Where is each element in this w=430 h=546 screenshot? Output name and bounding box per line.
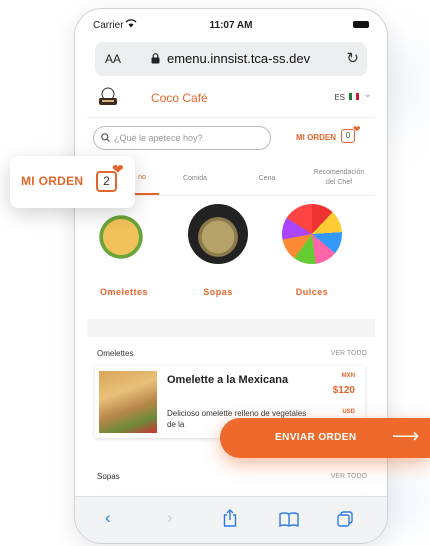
my-order-floating-badge[interactable]: MI ORDEN 2 ❤ (10, 156, 135, 208)
dulces-image (282, 204, 342, 264)
section-title-omelettes: Omelettes (97, 349, 134, 358)
sopas-image (188, 204, 248, 264)
section-title-sopas: Sopas (97, 472, 120, 481)
product-image (99, 371, 157, 433)
category-omelettes[interactable]: Omelettes (91, 204, 157, 297)
my-order-label: MI ORDEN (21, 174, 84, 188)
reload-icon[interactable]: ↻ (346, 49, 359, 67)
category-sopas[interactable]: Sopas (185, 204, 251, 297)
mexico-flag-icon (349, 93, 359, 100)
cafe-name: Coco Café (151, 91, 208, 105)
status-bar: Carrier 11:07 AM (75, 9, 387, 35)
share-icon[interactable] (223, 509, 237, 527)
category-label: Dulces (295, 287, 329, 297)
lock-icon (151, 53, 160, 64)
section-divider (87, 319, 375, 337)
heart-icon: ❤ (353, 124, 361, 134)
send-order-label: ENVIAR ORDEN (275, 432, 357, 443)
coco-cafe-logo (99, 87, 117, 105)
send-order-button[interactable]: ENVIAR ORDEN ⟶ (220, 418, 430, 458)
text-size-button[interactable]: AA (105, 52, 121, 66)
search-placeholder: ¿Qué le apetece hoy? (114, 133, 203, 143)
tab-label: Cena (258, 174, 276, 182)
product-currency: MXN (341, 373, 355, 379)
tab-label: Comida (182, 174, 208, 182)
phone-frame: Carrier 11:07 AM AA emenu.innsist.tca-ss… (74, 8, 388, 544)
back-icon[interactable]: ‹ (105, 508, 111, 528)
search-input[interactable]: ¿Qué le apetece hoy? (93, 126, 271, 150)
browser-toolbar: ‹ › (75, 496, 387, 543)
search-icon (101, 133, 110, 142)
tab-comida[interactable]: Comida (159, 161, 231, 195)
my-order-button[interactable]: MI ORDEN (296, 133, 336, 142)
view-all-sopas-link[interactable]: VER TODO (331, 473, 367, 480)
product-currency-alt: USD (342, 409, 355, 415)
view-all-omelettes-link[interactable]: VER TODO (331, 350, 367, 357)
status-time: 11:07 AM (209, 20, 253, 31)
tab-label: Recomendación del Chef (313, 169, 365, 186)
forward-icon[interactable]: › (167, 508, 173, 528)
address-bar[interactable]: AA emenu.innsist.tca-ss.dev ↻ (95, 42, 367, 76)
tab-recomendacion[interactable]: Recomendación del Chef (303, 161, 375, 195)
heart-icon: ❤ (112, 161, 124, 177)
chevron-down-icon[interactable]: ⌄ (364, 89, 372, 100)
category-label: Sopas (203, 287, 233, 297)
language-selector[interactable]: ES (334, 93, 345, 102)
bookmarks-icon[interactable] (279, 512, 299, 527)
tabs-icon[interactable] (337, 511, 353, 527)
battery-icon (353, 21, 369, 28)
category-label: Omelettes (99, 287, 149, 297)
url-text[interactable]: emenu.innsist.tca-ss.dev (167, 51, 310, 66)
site-header: Coco Café ES ⌄ (87, 79, 375, 118)
product-price: $120 (332, 385, 355, 396)
arrow-right-icon: ⟶ (392, 426, 420, 447)
omelettes-image (94, 204, 154, 264)
category-dulces[interactable]: Dulces (279, 204, 345, 297)
tab-cena[interactable]: Cena (231, 161, 303, 195)
product-name: Omelette a la Mexicana (167, 374, 289, 386)
